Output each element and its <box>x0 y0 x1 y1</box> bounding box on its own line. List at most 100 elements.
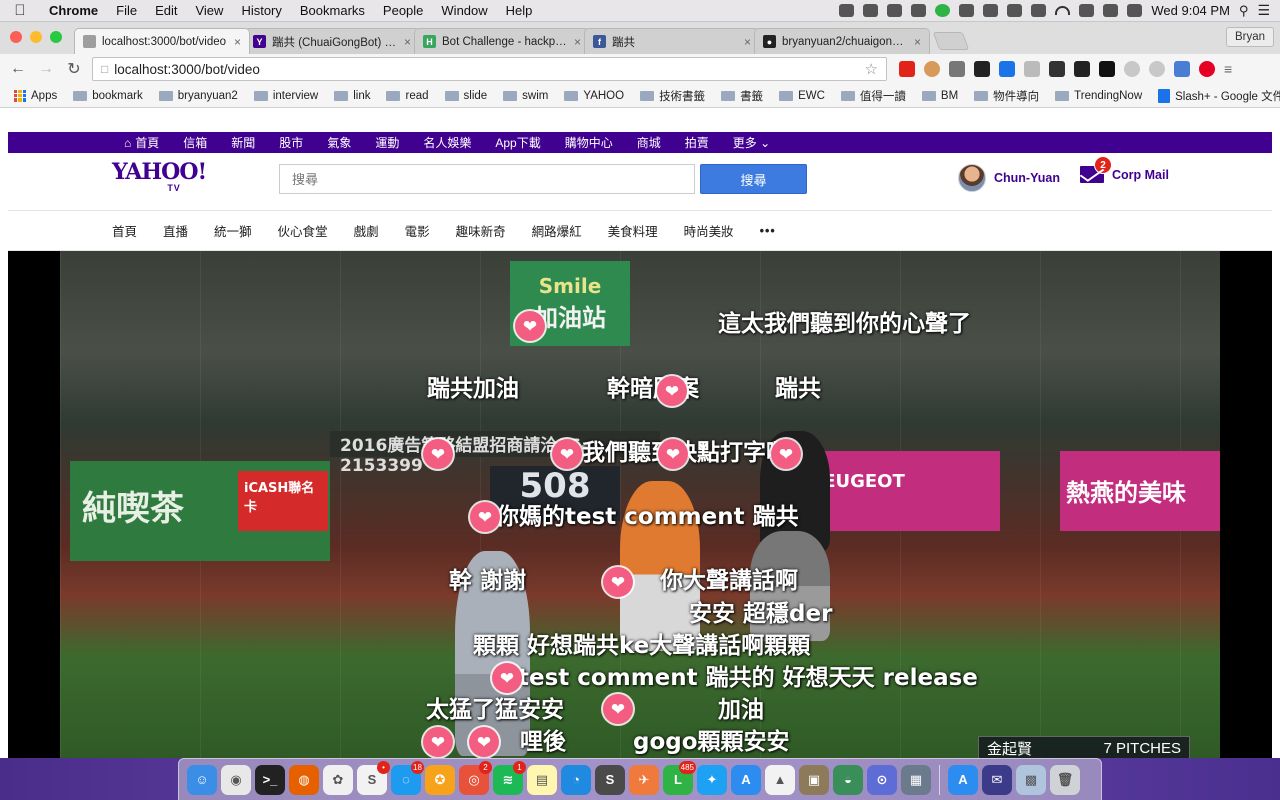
subnav-item[interactable]: 時尚美妝 <box>684 221 734 240</box>
bookmark-label[interactable]: EWC <box>798 90 825 102</box>
tab-close-icon[interactable]: × <box>574 35 581 49</box>
bookmark-label[interactable]: link <box>353 90 370 102</box>
menubar-clock[interactable]: Wed 9:04 PM <box>1151 3 1230 18</box>
topnav-item[interactable]: 信箱 <box>171 134 219 151</box>
tab-3[interactable]: f 踹共 × <box>584 28 760 54</box>
bookmark-item[interactable]: BM <box>914 90 966 102</box>
profile-button[interactable]: Bryan <box>1225 27 1274 47</box>
notification-center-icon[interactable]: ☰ <box>1257 2 1270 19</box>
bookmark-label[interactable]: 書籤 <box>740 88 763 104</box>
avatar[interactable] <box>958 164 986 192</box>
trash-icon[interactable]: 🗑 <box>1050 764 1080 795</box>
corp-mail-link[interactable]: 2 Corp Mail <box>1080 156 1169 183</box>
bookmark-item[interactable]: Slash+ - Google 文件 <box>1150 88 1280 104</box>
tab-close-icon[interactable]: × <box>914 35 921 49</box>
back-icon[interactable]: ← <box>6 60 30 78</box>
forward-icon[interactable]: → <box>34 60 58 78</box>
appstore-icon[interactable]: A <box>731 764 761 795</box>
tab-title[interactable]: 踹共 (ChuaiGongBot) | Yahoo <box>272 34 398 50</box>
tab-title[interactable]: bryanyuan2/chuaigong-bot <box>782 36 908 48</box>
topnav-label[interactable]: 拍賣 <box>685 136 709 150</box>
stats-icon[interactable] <box>1174 61 1190 77</box>
yahoo-tv-logo[interactable]: YAHOO! TV <box>112 161 207 193</box>
tab-title[interactable]: Bot Challenge - hackpad.com <box>442 36 568 48</box>
bookmark-item[interactable]: Apps <box>6 89 65 102</box>
bookmark-label[interactable]: read <box>405 90 428 102</box>
tab-close-icon[interactable]: × <box>744 35 751 49</box>
topnav-label[interactable]: 新聞 <box>231 136 255 150</box>
menu-view[interactable]: View <box>186 3 232 18</box>
subnav-item[interactable]: 戲劇 <box>354 221 379 240</box>
bookmark-label[interactable]: 值得一讀 <box>860 88 906 104</box>
close-window-button[interactable] <box>10 31 22 43</box>
bookmark-label[interactable]: interview <box>273 90 318 102</box>
bookmark-label[interactable]: 技術書籤 <box>659 88 705 104</box>
circle-ext-icon[interactable] <box>1124 61 1140 77</box>
chrome-menu-icon[interactable]: ≡ <box>1224 61 1232 77</box>
subnav-item[interactable]: 首頁 <box>112 221 137 240</box>
menu-bookmarks[interactable]: Bookmarks <box>291 3 374 18</box>
bookmark-item[interactable]: 技術書籤 <box>632 88 713 104</box>
menu-file[interactable]: File <box>107 3 146 18</box>
topnav-item[interactable]: 氣象 <box>315 134 363 151</box>
postman-icon[interactable]: ✈ <box>629 764 659 795</box>
bookmark-item[interactable]: interview <box>246 90 326 102</box>
new-tab-button[interactable] <box>932 32 970 50</box>
topnav-item[interactable]: 運動 <box>363 134 411 151</box>
chart-icon[interactable]: ✪ <box>425 764 455 795</box>
menu-history[interactable]: History <box>232 3 290 18</box>
bookmark-label[interactable]: swim <box>522 90 548 102</box>
menu-edit[interactable]: Edit <box>146 3 186 18</box>
gamepad-icon[interactable] <box>1149 61 1165 77</box>
bookmark-item[interactable]: EWC <box>771 90 833 102</box>
fad-icon[interactable] <box>1024 61 1040 77</box>
menu-help[interactable]: Help <box>497 3 542 18</box>
photo-folder-icon[interactable]: ▩ <box>1016 764 1046 795</box>
search-input[interactable] <box>279 164 695 194</box>
video-frame[interactable]: Smile 加油站 2016廣告策略結盟招商請洽06-2153399 純喫茶 i… <box>60 251 1220 758</box>
zoom-window-button[interactable] <box>50 31 62 43</box>
mail-label[interactable]: Corp Mail <box>1112 168 1169 182</box>
topnav-item[interactable]: 購物中心 <box>553 134 625 151</box>
bookmark-item[interactable]: read <box>378 90 436 102</box>
tab-0[interactable]: localhost:3000/bot/video × <box>74 28 250 54</box>
sublime-icon[interactable]: S <box>595 764 625 795</box>
bookmark-item[interactable]: slide <box>437 90 496 102</box>
topnav-label[interactable]: 首頁 <box>135 136 159 150</box>
bookmark-item[interactable]: bryanyuan2 <box>151 90 246 102</box>
address-text[interactable]: localhost:3000/bot/video <box>114 62 260 77</box>
topnav-item[interactable]: 新聞 <box>219 134 267 151</box>
topnav-label[interactable]: 購物中心 <box>565 136 613 150</box>
battery-icon[interactable] <box>1127 4 1143 17</box>
help-ext-icon[interactable] <box>999 61 1015 77</box>
topnav-item[interactable]: ⌂ 首頁 <box>112 134 171 151</box>
subnav-item[interactable]: 伙心食堂 <box>278 221 328 240</box>
qr-icon[interactable] <box>974 61 990 77</box>
tab-title[interactable]: 踹共 <box>612 34 738 50</box>
user-profile[interactable]: Chun-Yuan <box>958 164 1060 192</box>
topnav-item[interactable]: 商城 <box>625 134 673 151</box>
bookmark-star-icon[interactable]: ☆ <box>865 60 878 78</box>
drive-icon[interactable] <box>863 4 879 17</box>
bookmark-label[interactable]: Apps <box>31 90 57 102</box>
tab-close-icon[interactable]: × <box>234 35 241 49</box>
safari-icon[interactable]: ◔ <box>561 764 591 795</box>
spotify-icon[interactable]: ≋ 1 <box>493 760 526 795</box>
bookmark-item[interactable]: YAHOO <box>556 90 632 102</box>
network-icon[interactable]: ◒ <box>833 764 863 795</box>
airplay-icon[interactable] <box>983 4 999 17</box>
messenger-icon[interactable]: ◌ 18 <box>391 760 424 795</box>
topnav-label[interactable]: 運動 <box>375 136 399 150</box>
chrome-icon[interactable]: ◉ <box>221 764 251 795</box>
bookmark-label[interactable]: bryanyuan2 <box>178 90 238 102</box>
firefox-icon[interactable]: ◍ <box>289 764 319 795</box>
topnav-item[interactable]: 更多 ⌄ <box>721 134 782 151</box>
tab-close-icon[interactable]: × <box>404 35 411 49</box>
bookmark-item[interactable]: swim <box>495 90 556 102</box>
topnav-label[interactable]: 商城 <box>637 136 661 150</box>
tab-2[interactable]: H Bot Challenge - hackpad.com × <box>414 28 590 54</box>
eyedropper-icon[interactable] <box>949 61 965 77</box>
time-machine-icon[interactable] <box>1007 4 1023 17</box>
taiga-icon[interactable]: ◎ 2 <box>459 760 492 795</box>
screenshare-icon[interactable]: ⊙ <box>867 764 897 795</box>
